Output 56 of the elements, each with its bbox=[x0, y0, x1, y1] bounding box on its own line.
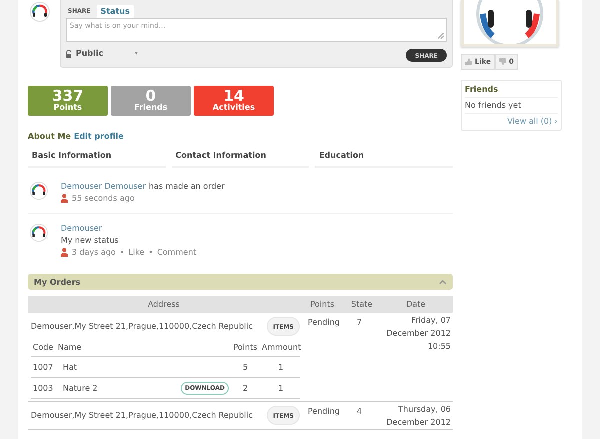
table-cell-text: 1007 bbox=[32, 362, 54, 372]
table-cell-text: Thursday, 06 December 2012 bbox=[386, 404, 452, 429]
column-header: Date bbox=[405, 300, 427, 309]
view-all-link[interactable]: View all (0) › bbox=[508, 117, 558, 126]
activity-time: 55 seconds ago bbox=[72, 194, 135, 203]
stat-tile[interactable]: 337 Points bbox=[28, 86, 108, 116]
table-cell-text: Nature 2 bbox=[62, 384, 98, 392]
table-cell-text: 1 bbox=[277, 384, 285, 392]
avatar-image bbox=[30, 224, 48, 242]
user-link[interactable]: Demouser Demouser bbox=[61, 182, 146, 191]
lock-icon bbox=[66, 50, 72, 58]
stat-tile[interactable]: 0 Friends bbox=[111, 86, 191, 116]
table-cell-text: Friday, 07 December 2012 10:55 bbox=[386, 315, 452, 353]
orders-title: My Orders bbox=[34, 278, 81, 286]
resize-handle-icon bbox=[438, 33, 444, 39]
activity-time: 3 days ago bbox=[72, 248, 116, 257]
table-cell-text: Hat bbox=[62, 362, 78, 372]
column-header: Code bbox=[32, 342, 54, 352]
table-cell: Demouser,My Street 21,Prague,110000,Czech Republic bbox=[31, 322, 253, 330]
section-heading: Education bbox=[315, 148, 454, 168]
column-header: Name bbox=[58, 342, 83, 352]
orders-header[interactable]: My Orders bbox=[28, 274, 453, 290]
table-cell-text: 7 bbox=[356, 317, 364, 329]
column-header: Points bbox=[232, 342, 259, 352]
stat-tile[interactable]: 14 Activities bbox=[194, 86, 274, 116]
person-icon bbox=[61, 194, 68, 203]
column-header: Points bbox=[309, 300, 336, 309]
table-cell-text: 4 bbox=[356, 406, 364, 418]
edit-profile-link[interactable]: Edit profile bbox=[74, 132, 124, 141]
column-header: Address bbox=[147, 300, 181, 309]
status-tab[interactable]: Status bbox=[96, 5, 134, 18]
table-cell-text: 5 bbox=[242, 362, 250, 372]
about-title: About Me bbox=[28, 132, 72, 141]
table-cell-text: 1003 bbox=[32, 384, 54, 392]
column-header: State bbox=[350, 300, 374, 309]
section-heading: Contact Information bbox=[172, 148, 310, 168]
table-cell-text: 1 bbox=[277, 362, 285, 372]
separator-dot: • bbox=[120, 248, 125, 257]
activity-action-link[interactable]: Comment bbox=[157, 248, 197, 257]
thumbs-down-icon bbox=[499, 58, 508, 66]
separator-dot: • bbox=[148, 248, 154, 257]
section-heading: Basic Information bbox=[28, 148, 166, 168]
status-text: My new status bbox=[61, 236, 120, 245]
activity-action-link[interactable]: Like bbox=[128, 248, 145, 257]
friends-title: Friends bbox=[465, 85, 558, 98]
friends-empty-text: No friends yet bbox=[465, 98, 558, 114]
table-cell-text: Pending bbox=[307, 317, 341, 329]
table-cell-text: 2 bbox=[242, 384, 250, 392]
thumbs-up-icon bbox=[465, 58, 473, 66]
table-cell: Demouser,My Street 21,Prague,110000,Czech Republic bbox=[31, 410, 253, 420]
person-icon bbox=[61, 248, 68, 257]
table-cell-text: Pending bbox=[307, 406, 341, 418]
activity-text: has made an order bbox=[148, 182, 225, 191]
column-header: Ammount bbox=[262, 342, 300, 352]
user-link[interactable]: Demouser bbox=[61, 224, 102, 233]
avatar-image bbox=[30, 182, 48, 200]
